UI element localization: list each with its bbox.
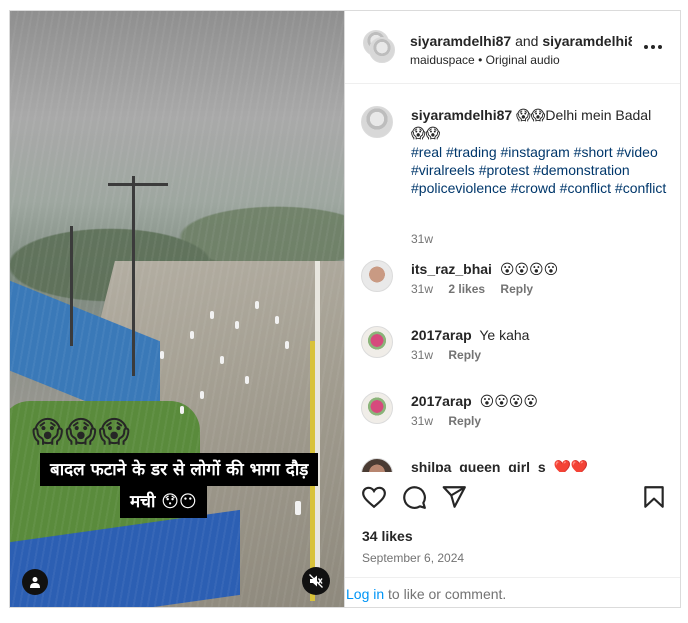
reply-button[interactable]: Reply <box>500 282 533 296</box>
mute-button[interactable] <box>302 567 330 595</box>
login-prompt: Log in to like or comment. <box>346 586 506 602</box>
comment-user[interactable]: its_raz_bhai <box>411 261 492 277</box>
subtitle-separator: • <box>478 53 483 67</box>
hashtag[interactable]: #conflict <box>560 180 611 196</box>
comment-avatar[interactable] <box>361 260 393 292</box>
post-side-panel: siyaramdelhi87 and siyaramdelhi87 maidus… <box>344 11 680 607</box>
person-icon <box>30 577 40 588</box>
more-horizontal-icon[interactable] <box>641 37 665 57</box>
utility-pole <box>70 226 73 346</box>
comment-body: 2017arap 😮😮😮😮 <box>411 392 669 410</box>
comment-avatar[interactable] <box>361 392 393 424</box>
person <box>210 311 214 319</box>
utility-pole <box>132 176 135 376</box>
hashtag[interactable]: #crowd <box>511 180 556 196</box>
comment-meta: 31w Reply <box>411 348 493 362</box>
overlay-emojis: 😱😱😱 <box>32 415 132 450</box>
heart-icon[interactable] <box>361 484 387 510</box>
person <box>160 351 164 359</box>
person <box>235 321 239 329</box>
person <box>245 376 249 384</box>
comment-text: Ye kaha <box>479 327 530 343</box>
comment-meta: 31w 2 likes Reply <box>411 282 545 296</box>
post-actions <box>345 472 680 512</box>
comments-list[interactable]: siyaramdelhi87 😱😱Delhi mein Badal 😱😱 #rea… <box>345 84 680 472</box>
hashtag[interactable]: #real <box>411 144 442 160</box>
comment-likes[interactable]: 2 likes <box>448 282 485 296</box>
post-header: siyaramdelhi87 and siyaramdelhi87 maidus… <box>345 11 680 84</box>
video-caption-line2: मची 😯😶 <box>120 485 207 518</box>
post-caption: siyaramdelhi87 😱😱Delhi mein Badal 😱😱 #rea… <box>361 106 671 246</box>
hashtag[interactable]: #policeviolence <box>411 180 507 196</box>
person <box>275 316 279 324</box>
login-prompt-text: to like or comment. <box>384 586 507 602</box>
comment-body: its_raz_bhai 😮😮😮😮 <box>411 260 669 278</box>
reply-button[interactable]: Reply <box>448 348 481 362</box>
utility-pole-arm <box>108 183 168 186</box>
comment-item: 2017arap Ye kaha 31w Reply <box>361 326 671 376</box>
caption-meta: 31w <box>411 232 445 246</box>
login-link[interactable]: Log in <box>346 586 384 602</box>
comment-user[interactable]: 2017arap <box>411 327 472 343</box>
caption-avatar[interactable] <box>361 106 393 138</box>
comment-item: its_raz_bhai 😮😮😮😮 31w 2 likes Reply <box>361 260 671 310</box>
likes-count[interactable]: 34 likes <box>362 528 413 544</box>
hashtag[interactable]: #video <box>616 144 657 160</box>
hashtag[interactable]: #viralreels <box>411 162 475 178</box>
post-date[interactable]: September 6, 2024 <box>362 551 464 565</box>
person <box>255 301 259 309</box>
comment-body: shilpa_queen_girl_s ❤️❤️ <box>411 458 669 472</box>
post-subtitle: maiduspace • Original audio <box>410 53 560 67</box>
comment-time[interactable]: 31w <box>411 414 433 428</box>
collaborator-name[interactable]: siyaramdelhi87 <box>542 33 632 49</box>
comment-meta: 31w Reply <box>411 414 493 428</box>
comment-icon[interactable] <box>401 484 427 510</box>
post-video[interactable]: 😱😱😱 बादल फटाने के डर से लोगों की भागा दौ… <box>10 11 344 607</box>
person <box>180 406 184 414</box>
comment-text: ❤️❤️ <box>553 459 589 472</box>
caption-hashtags: #real #trading #instagram #short #video … <box>411 143 669 197</box>
post-dialog: 😱😱😱 बादल फटाने के डर से लोगों की भागा दौ… <box>9 10 681 608</box>
post-footer: Log in to like or comment. <box>345 577 680 607</box>
collaborator-avatar[interactable] <box>369 37 395 63</box>
person <box>200 391 204 399</box>
comment-avatar[interactable] <box>361 458 393 472</box>
caption-user[interactable]: siyaramdelhi87 <box>411 107 512 123</box>
comment-text: 😮😮😮😮 <box>479 393 538 409</box>
comment-time[interactable]: 31w <box>411 282 433 296</box>
hashtag[interactable]: #instagram <box>501 144 570 160</box>
comment-avatar[interactable] <box>361 326 393 358</box>
street-lamp-pole <box>315 261 320 591</box>
comment-item: 2017arap 😮😮😮😮 31w Reply <box>361 392 671 442</box>
post-authors: siyaramdelhi87 and siyaramdelhi87 <box>410 33 632 49</box>
person <box>190 331 194 339</box>
comment-user[interactable]: 2017arap <box>411 393 472 409</box>
comment-text: 😮😮😮😮 <box>499 261 559 277</box>
person <box>220 356 224 364</box>
person <box>285 341 289 349</box>
comment-time[interactable]: 31w <box>411 348 433 362</box>
hashtag[interactable]: #conflict <box>615 180 666 196</box>
hashtag[interactable]: #demonstration <box>533 162 630 178</box>
hashtag[interactable]: #protest <box>479 162 530 178</box>
caption-time[interactable]: 31w <box>411 232 433 246</box>
hashtag[interactable]: #short <box>574 144 613 160</box>
user-tag-button[interactable] <box>22 569 48 595</box>
hashtag[interactable]: #trading <box>446 144 497 160</box>
subtitle-user[interactable]: maiduspace <box>410 53 475 67</box>
video-caption: बादल फटाने के डर से लोगों की भागा दौड़ म… <box>40 453 320 521</box>
caption-body: siyaramdelhi87 😱😱Delhi mein Badal 😱😱 #rea… <box>411 106 669 197</box>
speaker-muted-icon <box>309 574 323 588</box>
reply-button[interactable]: Reply <box>448 414 481 428</box>
and-text: and <box>515 33 539 49</box>
comment-user[interactable]: shilpa_queen_girl_s <box>411 459 546 472</box>
send-icon[interactable] <box>441 484 467 510</box>
author-name[interactable]: siyaramdelhi87 <box>410 33 511 49</box>
audio-link[interactable]: Original audio <box>486 53 560 67</box>
comment-item: shilpa_queen_girl_s ❤️❤️ <box>361 458 671 472</box>
comment-body: 2017arap Ye kaha <box>411 326 669 344</box>
video-caption-line1: बादल फटाने के डर से लोगों की भागा दौड़ <box>40 453 319 486</box>
bookmark-icon[interactable] <box>641 484 667 510</box>
